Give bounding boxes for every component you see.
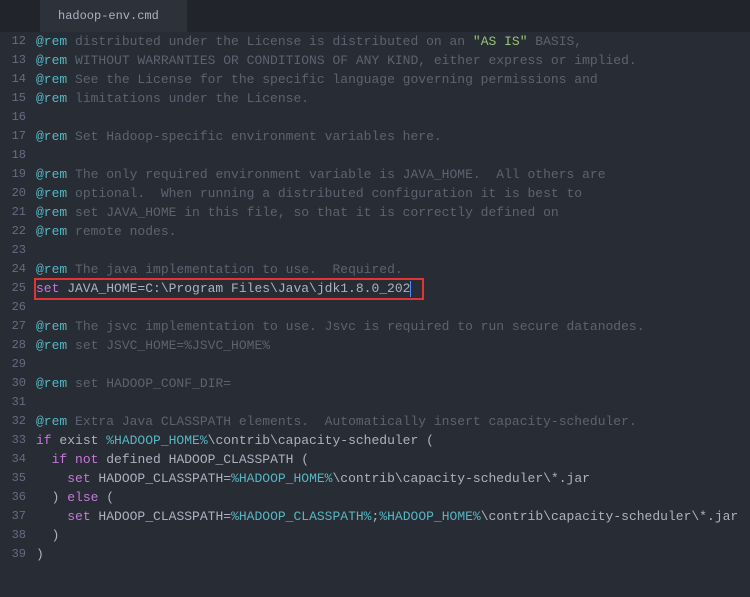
line-number: 27 <box>0 317 26 336</box>
code-line: set HADOOP_CLASSPATH=%HADOOP_HOME%\contr… <box>36 469 750 488</box>
code-line <box>36 355 750 374</box>
line-number: 12 <box>0 32 26 51</box>
line-number: 24 <box>0 260 26 279</box>
code-line: @rem remote nodes. <box>36 222 750 241</box>
code-line: @rem distributed under the License is di… <box>36 32 750 51</box>
line-number: 20 <box>0 184 26 203</box>
line-number: 16 <box>0 108 26 127</box>
code-line: if not defined HADOOP_CLASSPATH ( <box>36 450 750 469</box>
editor-area[interactable]: 1213141516171819202122232425262728293031… <box>0 32 750 597</box>
code-line: @rem set JAVA_HOME in this file, so that… <box>36 203 750 222</box>
tab-bar: hadoop-env.cmd <box>0 0 750 32</box>
line-number: 35 <box>0 469 26 488</box>
line-number: 21 <box>0 203 26 222</box>
code-line: ) <box>36 545 750 564</box>
line-number: 38 <box>0 526 26 545</box>
code-line: @rem The only required environment varia… <box>36 165 750 184</box>
code-content[interactable]: @rem distributed under the License is di… <box>36 32 750 597</box>
code-line: @rem See the License for the specific la… <box>36 70 750 89</box>
code-line: @rem Extra Java CLASSPATH elements. Auto… <box>36 412 750 431</box>
line-number: 34 <box>0 450 26 469</box>
line-number: 26 <box>0 298 26 317</box>
code-line <box>36 146 750 165</box>
code-line: set JAVA_HOME=C:\Program Files\Java\jdk1… <box>36 279 750 298</box>
code-line: @rem The java implementation to use. Req… <box>36 260 750 279</box>
line-number: 14 <box>0 70 26 89</box>
code-line: set HADOOP_CLASSPATH=%HADOOP_CLASSPATH%;… <box>36 507 750 526</box>
line-number: 37 <box>0 507 26 526</box>
code-line: @rem optional. When running a distribute… <box>36 184 750 203</box>
code-line: @rem limitations under the License. <box>36 89 750 108</box>
line-number: 15 <box>0 89 26 108</box>
gutter: 1213141516171819202122232425262728293031… <box>0 32 36 597</box>
line-number: 30 <box>0 374 26 393</box>
code-line <box>36 108 750 127</box>
code-line <box>36 393 750 412</box>
code-line <box>36 241 750 260</box>
tab-file[interactable]: hadoop-env.cmd <box>40 0 187 32</box>
text-cursor <box>410 281 411 297</box>
code-line: @rem WITHOUT WARRANTIES OR CONDITIONS OF… <box>36 51 750 70</box>
code-line: ) else ( <box>36 488 750 507</box>
line-number: 19 <box>0 165 26 184</box>
line-number: 39 <box>0 545 26 564</box>
code-line: if exist %HADOOP_HOME%\contrib\capacity-… <box>36 431 750 450</box>
code-line: ) <box>36 526 750 545</box>
code-line: @rem set HADOOP_CONF_DIR= <box>36 374 750 393</box>
line-number: 22 <box>0 222 26 241</box>
code-line: @rem Set Hadoop-specific environment var… <box>36 127 750 146</box>
line-number: 23 <box>0 241 26 260</box>
code-line: @rem The jsvc implementation to use. Jsv… <box>36 317 750 336</box>
line-number: 33 <box>0 431 26 450</box>
code-line <box>36 298 750 317</box>
line-number: 25 <box>0 279 26 298</box>
line-number: 17 <box>0 127 26 146</box>
line-number: 29 <box>0 355 26 374</box>
line-number: 28 <box>0 336 26 355</box>
line-number: 13 <box>0 51 26 70</box>
line-number: 31 <box>0 393 26 412</box>
code-line: @rem set JSVC_HOME=%JSVC_HOME% <box>36 336 750 355</box>
tab-title: hadoop-env.cmd <box>58 9 159 23</box>
line-number: 32 <box>0 412 26 431</box>
line-number: 18 <box>0 146 26 165</box>
line-number: 36 <box>0 488 26 507</box>
